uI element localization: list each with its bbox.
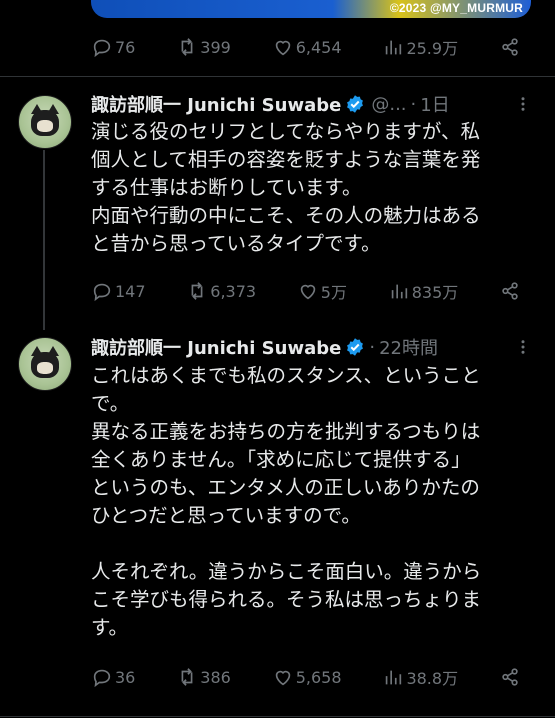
share-icon xyxy=(502,668,518,686)
retweet-button[interactable]: 6,373 xyxy=(186,280,256,302)
share-button[interactable] xyxy=(499,36,521,58)
reply-icon xyxy=(93,283,111,302)
retweet-icon xyxy=(181,668,193,686)
reply-button[interactable]: 76 xyxy=(91,36,135,58)
verified-badge-icon xyxy=(347,338,364,356)
view-count: 835万 xyxy=(411,283,459,302)
like-count: 5万 xyxy=(320,283,347,302)
retweet-count: 386 xyxy=(200,667,231,687)
views-icon xyxy=(386,670,402,685)
tweet-text: これはあくまでも私のスタンス、ということ で。 異なる正義をお持ちの方を批判する… xyxy=(91,364,482,639)
reply-count: 147 xyxy=(115,281,146,301)
separator-dot: · xyxy=(410,93,417,115)
avatar[interactable] xyxy=(18,95,72,149)
reply-icon xyxy=(93,669,111,688)
retweet-count: 6,373 xyxy=(210,281,257,301)
views-button[interactable]: 25.9万 xyxy=(382,35,458,59)
like-count: 5,658 xyxy=(295,667,342,687)
views-icon xyxy=(391,284,407,299)
reply-button[interactable]: 36 xyxy=(91,666,135,688)
retweet-icon xyxy=(181,38,193,56)
like-icon xyxy=(275,670,290,686)
views-button[interactable]: 38.8万 xyxy=(382,665,458,689)
tweet-0-action-bar: 76 399 6,454 25.9万 xyxy=(91,33,521,61)
like-button[interactable]: 5,658 xyxy=(272,666,342,688)
media-watermark: ©2023 @MY_MURMUR xyxy=(389,1,523,15)
tweet-2-action-bar: 36 386 5,658 38.8万 xyxy=(91,663,521,691)
retweet-count: 399 xyxy=(200,37,231,57)
like-count: 6,454 xyxy=(295,37,342,57)
verified-badge-icon xyxy=(347,95,364,113)
more-icon xyxy=(521,97,525,111)
views-icon xyxy=(386,40,402,55)
like-button[interactable]: 5万 xyxy=(297,279,347,303)
share-icon xyxy=(502,282,518,300)
reply-count: 36 xyxy=(115,667,136,687)
reply-button[interactable]: 147 xyxy=(91,280,146,302)
views-button[interactable]: 835万 xyxy=(388,279,459,303)
tweet-1-header: 諏訪部順一 Junichi Suwabe @... · 1日 xyxy=(91,91,527,117)
reply-icon xyxy=(93,39,111,58)
more-icon xyxy=(521,340,525,354)
share-button[interactable] xyxy=(499,666,521,688)
tweet-timestamp[interactable]: 22時間 xyxy=(379,334,438,360)
tweet-2-header: 諏訪部順一 Junichi Suwabe · 22時間 xyxy=(91,334,527,360)
retweet-icon xyxy=(191,282,203,300)
tweet-divider xyxy=(0,76,555,77)
view-count: 25.9万 xyxy=(406,39,459,58)
share-button[interactable] xyxy=(499,280,521,302)
more-options-button[interactable] xyxy=(513,94,533,114)
like-icon xyxy=(300,284,316,300)
author-handle[interactable]: @... xyxy=(371,94,406,115)
thread-connector-line xyxy=(43,150,45,330)
tweet-media-image[interactable]: ©2023 @MY_MURMUR xyxy=(91,0,531,18)
author-name[interactable]: 諏訪部順一 Junichi Suwabe xyxy=(91,334,341,360)
tweet-1-action-bar: 147 6,373 5万 835万 xyxy=(91,277,521,305)
separator-dot: · xyxy=(369,336,376,358)
avatar[interactable] xyxy=(18,337,72,391)
tweet-timestamp[interactable]: 1日 xyxy=(420,91,449,117)
retweet-button[interactable]: 386 xyxy=(176,666,231,688)
share-icon xyxy=(502,38,518,56)
tweet-divider xyxy=(0,716,555,717)
view-count: 38.8万 xyxy=(406,669,459,688)
reply-count: 76 xyxy=(115,37,136,57)
tweet-text: 演じる役のセリフとしてならやりますが、私 個人として相手の容姿を貶すような言葉を… xyxy=(91,120,481,255)
like-button[interactable]: 6,454 xyxy=(272,36,342,58)
like-icon xyxy=(275,40,290,56)
more-options-button[interactable] xyxy=(513,337,533,357)
author-name[interactable]: 諏訪部順一 Junichi Suwabe xyxy=(91,91,341,117)
retweet-button[interactable]: 399 xyxy=(176,36,231,58)
